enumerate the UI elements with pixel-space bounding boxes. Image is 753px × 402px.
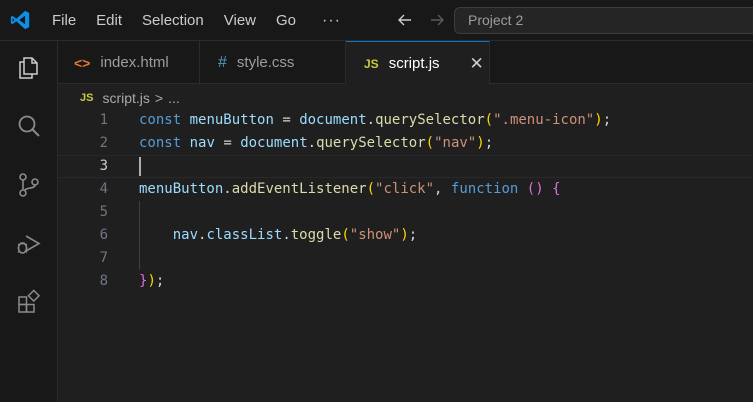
line-number: 8 (99, 273, 108, 289)
arrow-right-icon[interactable] (428, 11, 446, 29)
breadcrumb-rest[interactable]: ... (168, 90, 180, 106)
tab-label: script.js (388, 55, 440, 72)
menu-edit[interactable]: Edit (96, 12, 122, 29)
line-number: 5 (99, 204, 108, 220)
breadcrumb-file[interactable]: script.js (102, 90, 149, 106)
menu-file[interactable]: File (52, 12, 76, 29)
css-file-icon: # (218, 53, 227, 71)
code-line: 8 }); (58, 270, 753, 293)
arrow-left-icon[interactable] (396, 11, 414, 29)
line-number: 7 (99, 250, 108, 266)
explorer-icon[interactable] (15, 54, 43, 82)
vscode-logo-icon (10, 10, 30, 30)
tab-label: style.css (236, 54, 295, 71)
activity-bar (0, 41, 58, 402)
code-line: 1 const menuButton = document.querySelec… (58, 109, 753, 132)
js-file-icon: JS (80, 92, 94, 104)
tab-label: index.html (100, 54, 169, 71)
menu-go[interactable]: Go (276, 12, 296, 29)
line-number: 3 (99, 158, 108, 174)
code-editor[interactable]: 1 const menuButton = document.querySelec… (58, 109, 753, 402)
breadcrumb: JS script.js > ... (80, 87, 180, 109)
tab-index-html[interactable]: <> index.html (58, 41, 200, 84)
title-bar: File Edit Selection View Go ··· Project … (0, 0, 753, 41)
more-menu-icon[interactable]: ··· (322, 12, 341, 30)
menu-view[interactable]: View (224, 12, 256, 29)
chevron-right-icon: > (154, 90, 164, 106)
code-line: 2 const nav = document.querySelector("na… (58, 132, 753, 155)
tab-style-css[interactable]: # style.css (200, 41, 346, 84)
code-line: 5 (58, 201, 753, 224)
line-number: 2 (99, 135, 108, 151)
code-line: 4 menuButton.addEventListener("click", f… (58, 178, 753, 201)
menu-selection[interactable]: Selection (142, 12, 204, 29)
text-cursor (139, 157, 141, 176)
source-control-icon[interactable] (15, 171, 43, 199)
tab-script-js[interactable]: JS script.js ✕ (346, 41, 490, 85)
code-line-current: 3 (58, 155, 753, 178)
close-icon[interactable]: ✕ (470, 54, 484, 74)
line-number: 4 (99, 181, 108, 197)
line-number: 6 (99, 227, 108, 243)
html-file-icon: <> (74, 54, 91, 71)
extensions-icon[interactable] (15, 288, 43, 316)
command-center-search[interactable]: Project 2 (454, 7, 753, 34)
run-debug-icon[interactable] (15, 230, 43, 258)
editor-tab-bar: <> index.html # style.css JS script.js ✕ (58, 41, 753, 85)
line-number: 1 (99, 112, 108, 128)
search-icon[interactable] (15, 113, 43, 141)
code-line: 6 nav.classList.toggle("show"); (58, 224, 753, 247)
menu-bar: File Edit Selection View Go ··· (52, 0, 341, 41)
code-line: 7 (58, 247, 753, 270)
js-file-icon: JS (364, 56, 379, 71)
